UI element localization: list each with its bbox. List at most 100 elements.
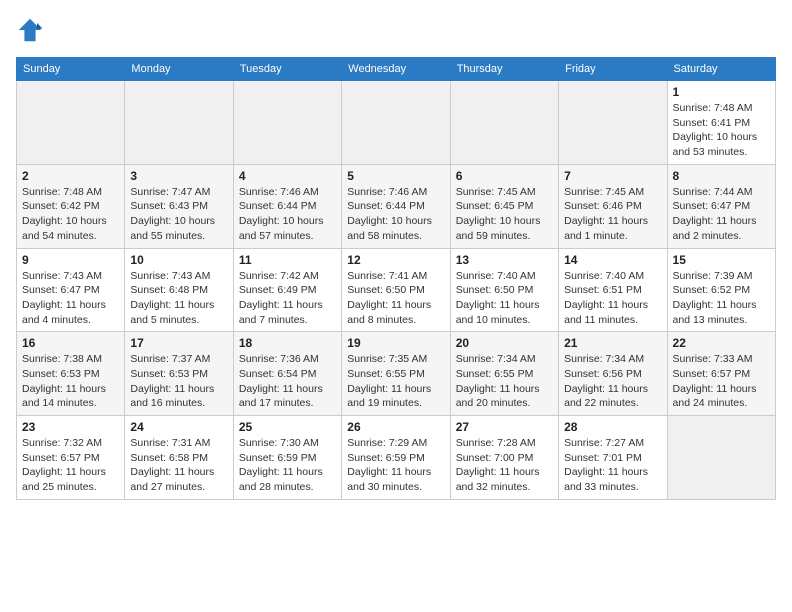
calendar-cell: 1 Sunrise: 7:48 AM Sunset: 6:41 PM Daylig… <box>667 81 775 165</box>
calendar-cell: 21 Sunrise: 7:34 AM Sunset: 6:56 PM Dayli… <box>559 332 667 416</box>
logo-icon <box>16 16 44 44</box>
calendar-cell <box>667 416 775 500</box>
calendar-cell: 15Sunrise: 7:39 AM Sunset: 6:52 PM Dayli… <box>667 248 775 332</box>
calendar-cell: 18Sunrise: 7:36 AM Sunset: 6:54 PM Dayli… <box>233 332 341 416</box>
day-info: Sunrise: 7:42 AM Sunset: 6:49 PM Dayligh… <box>239 269 336 328</box>
day-number: 4 <box>239 169 336 183</box>
day-number: 3 <box>130 169 227 183</box>
day-number: 7 <box>564 169 661 183</box>
day-info: Sunrise: 7:45 AM Sunset: 6:45 PM Dayligh… <box>456 185 553 244</box>
calendar-cell: 6 Sunrise: 7:45 AM Sunset: 6:45 PM Daylig… <box>450 164 558 248</box>
calendar-table: SundayMondayTuesdayWednesdayThursdayFrid… <box>16 57 776 500</box>
day-number: 12 <box>347 253 444 267</box>
day-number: 16 <box>22 336 119 350</box>
day-number: 23 <box>22 420 119 434</box>
day-number: 11 <box>239 253 336 267</box>
calendar-cell <box>450 81 558 165</box>
day-number: 19 <box>347 336 444 350</box>
calendar-cell: 27Sunrise: 7:28 AM Sunset: 7:00 PM Dayli… <box>450 416 558 500</box>
day-number: 10 <box>130 253 227 267</box>
day-number: 21 <box>564 336 661 350</box>
calendar-cell: 26 Sunrise: 7:29 AM Sunset: 6:59 PM Dayli… <box>342 416 450 500</box>
day-number: 8 <box>673 169 770 183</box>
day-info: Sunrise: 7:32 AM Sunset: 6:57 PM Dayligh… <box>22 436 119 495</box>
day-info: Sunrise: 7:43 AM Sunset: 6:48 PM Dayligh… <box>130 269 227 328</box>
day-info: Sunrise: 7:40 AM Sunset: 6:51 PM Dayligh… <box>564 269 661 328</box>
day-info: Sunrise: 7:46 AM Sunset: 6:44 PM Dayligh… <box>239 185 336 244</box>
weekday-header: Monday <box>125 58 233 81</box>
day-number: 14 <box>564 253 661 267</box>
calendar-cell: 7 Sunrise: 7:45 AM Sunset: 6:46 PM Daylig… <box>559 164 667 248</box>
day-number: 20 <box>456 336 553 350</box>
calendar-cell: 17 Sunrise: 7:37 AM Sunset: 6:53 PM Dayli… <box>125 332 233 416</box>
calendar-cell <box>233 81 341 165</box>
weekday-header: Friday <box>559 58 667 81</box>
calendar-cell: 3Sunrise: 7:47 AM Sunset: 6:43 PM Daylig… <box>125 164 233 248</box>
calendar-cell <box>125 81 233 165</box>
day-info: Sunrise: 7:34 AM Sunset: 6:56 PM Dayligh… <box>564 352 661 411</box>
day-info: Sunrise: 7:45 AM Sunset: 6:46 PM Dayligh… <box>564 185 661 244</box>
day-info: Sunrise: 7:37 AM Sunset: 6:53 PM Dayligh… <box>130 352 227 411</box>
calendar-week-row: 2 Sunrise: 7:48 AM Sunset: 6:42 PM Daylig… <box>17 164 776 248</box>
day-number: 17 <box>130 336 227 350</box>
day-info: Sunrise: 7:29 AM Sunset: 6:59 PM Dayligh… <box>347 436 444 495</box>
day-info: Sunrise: 7:48 AM Sunset: 6:42 PM Dayligh… <box>22 185 119 244</box>
day-number: 28 <box>564 420 661 434</box>
calendar-week-row: 16 Sunrise: 7:38 AM Sunset: 6:53 PM Dayli… <box>17 332 776 416</box>
calendar-cell: 23 Sunrise: 7:32 AM Sunset: 6:57 PM Dayli… <box>17 416 125 500</box>
calendar-cell: 13 Sunrise: 7:40 AM Sunset: 6:50 PM Dayli… <box>450 248 558 332</box>
day-number: 27 <box>456 420 553 434</box>
day-info: Sunrise: 7:34 AM Sunset: 6:55 PM Dayligh… <box>456 352 553 411</box>
day-info: Sunrise: 7:41 AM Sunset: 6:50 PM Dayligh… <box>347 269 444 328</box>
calendar-cell: 4 Sunrise: 7:46 AM Sunset: 6:44 PM Daylig… <box>233 164 341 248</box>
calendar-week-row: 23 Sunrise: 7:32 AM Sunset: 6:57 PM Dayli… <box>17 416 776 500</box>
day-number: 13 <box>456 253 553 267</box>
page-header <box>16 16 776 49</box>
day-info: Sunrise: 7:27 AM Sunset: 7:01 PM Dayligh… <box>564 436 661 495</box>
day-info: Sunrise: 7:39 AM Sunset: 6:52 PM Dayligh… <box>673 269 770 328</box>
weekday-header: Sunday <box>17 58 125 81</box>
calendar-cell: 10 Sunrise: 7:43 AM Sunset: 6:48 PM Dayli… <box>125 248 233 332</box>
calendar-cell: 11 Sunrise: 7:42 AM Sunset: 6:49 PM Dayli… <box>233 248 341 332</box>
day-number: 18 <box>239 336 336 350</box>
weekday-header: Saturday <box>667 58 775 81</box>
calendar-cell: 16 Sunrise: 7:38 AM Sunset: 6:53 PM Dayli… <box>17 332 125 416</box>
day-number: 1 <box>673 85 770 99</box>
day-info: Sunrise: 7:33 AM Sunset: 6:57 PM Dayligh… <box>673 352 770 411</box>
weekday-header: Thursday <box>450 58 558 81</box>
day-number: 24 <box>130 420 227 434</box>
calendar-cell: 9Sunrise: 7:43 AM Sunset: 6:47 PM Daylig… <box>17 248 125 332</box>
day-number: 5 <box>347 169 444 183</box>
calendar-cell: 22 Sunrise: 7:33 AM Sunset: 6:57 PM Dayli… <box>667 332 775 416</box>
calendar-cell: 14 Sunrise: 7:40 AM Sunset: 6:51 PM Dayli… <box>559 248 667 332</box>
calendar-header-row: SundayMondayTuesdayWednesdayThursdayFrid… <box>17 58 776 81</box>
day-number: 22 <box>673 336 770 350</box>
day-info: Sunrise: 7:44 AM Sunset: 6:47 PM Dayligh… <box>673 185 770 244</box>
calendar-cell: 5 Sunrise: 7:46 AM Sunset: 6:44 PM Daylig… <box>342 164 450 248</box>
calendar-week-row: 9Sunrise: 7:43 AM Sunset: 6:47 PM Daylig… <box>17 248 776 332</box>
calendar-cell: 12 Sunrise: 7:41 AM Sunset: 6:50 PM Dayli… <box>342 248 450 332</box>
day-info: Sunrise: 7:38 AM Sunset: 6:53 PM Dayligh… <box>22 352 119 411</box>
day-info: Sunrise: 7:31 AM Sunset: 6:58 PM Dayligh… <box>130 436 227 495</box>
calendar-cell: 28 Sunrise: 7:27 AM Sunset: 7:01 PM Dayli… <box>559 416 667 500</box>
calendar-cell <box>559 81 667 165</box>
logo <box>16 16 46 49</box>
day-info: Sunrise: 7:46 AM Sunset: 6:44 PM Dayligh… <box>347 185 444 244</box>
calendar-week-row: 1 Sunrise: 7:48 AM Sunset: 6:41 PM Daylig… <box>17 81 776 165</box>
weekday-header: Wednesday <box>342 58 450 81</box>
day-number: 25 <box>239 420 336 434</box>
calendar-cell: 25 Sunrise: 7:30 AM Sunset: 6:59 PM Dayli… <box>233 416 341 500</box>
calendar-cell: 19Sunrise: 7:35 AM Sunset: 6:55 PM Dayli… <box>342 332 450 416</box>
calendar-cell <box>342 81 450 165</box>
day-info: Sunrise: 7:48 AM Sunset: 6:41 PM Dayligh… <box>673 101 770 160</box>
day-number: 6 <box>456 169 553 183</box>
calendar-cell <box>17 81 125 165</box>
weekday-header: Tuesday <box>233 58 341 81</box>
day-info: Sunrise: 7:40 AM Sunset: 6:50 PM Dayligh… <box>456 269 553 328</box>
day-info: Sunrise: 7:30 AM Sunset: 6:59 PM Dayligh… <box>239 436 336 495</box>
calendar-cell: 8 Sunrise: 7:44 AM Sunset: 6:47 PM Daylig… <box>667 164 775 248</box>
day-number: 26 <box>347 420 444 434</box>
calendar-cell: 20 Sunrise: 7:34 AM Sunset: 6:55 PM Dayli… <box>450 332 558 416</box>
day-number: 2 <box>22 169 119 183</box>
day-number: 9 <box>22 253 119 267</box>
